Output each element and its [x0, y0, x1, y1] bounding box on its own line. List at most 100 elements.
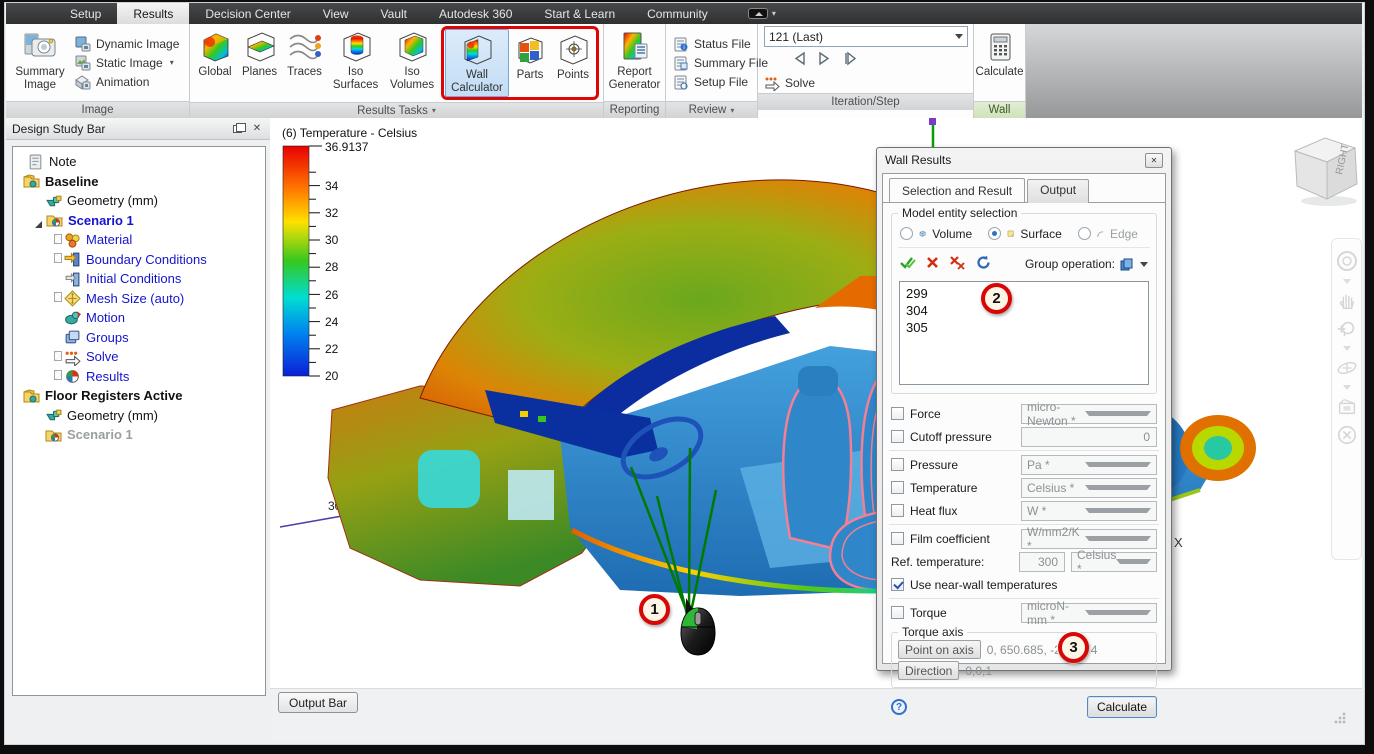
tree-item-scenario-1[interactable]: Scenario 1	[13, 211, 265, 231]
tab-autodesk-360[interactable]: Autodesk 360	[423, 3, 528, 24]
heat-flux-checkbox[interactable]	[891, 504, 904, 517]
remove-selection-button[interactable]	[926, 256, 939, 272]
ref-temperature-unit-select[interactable]: Celsius *	[1071, 548, 1157, 576]
global-button[interactable]: Global	[194, 26, 236, 100]
tree-item-groups[interactable]: Groups	[13, 328, 265, 348]
status-file-button[interactable]: i Status File	[673, 36, 768, 52]
tree-item-boundary-conditions[interactable]: Boundary Conditions	[13, 250, 265, 270]
cutoff-pressure-checkbox[interactable]	[891, 430, 904, 443]
film-coefficient-checkbox[interactable]	[891, 532, 904, 545]
group-label-image[interactable]: Image	[6, 101, 189, 118]
orbit-icon[interactable]	[1336, 357, 1358, 379]
tab-output[interactable]: Output	[1027, 179, 1090, 203]
navigation-bar[interactable]	[1331, 238, 1362, 560]
temperature-unit-select[interactable]: Celsius *	[1021, 477, 1157, 498]
tree-item-baseline[interactable]: Baseline	[13, 172, 265, 192]
list-item[interactable]: 299	[906, 285, 1142, 302]
points-button[interactable]: Points	[551, 29, 595, 97]
torque-checkbox[interactable]	[891, 606, 904, 619]
media-menu-button[interactable]: ▾	[747, 3, 776, 24]
tree-item-geometry-baseline[interactable]: Geometry (mm)	[13, 191, 265, 211]
tab-selection-and-result[interactable]: Selection and Result	[889, 178, 1026, 202]
edge-radio[interactable]	[1077, 227, 1091, 240]
summary-file-button[interactable]: Summary File	[673, 55, 768, 71]
volume-label[interactable]: Volume	[932, 227, 972, 241]
chevron-down-icon[interactable]	[1342, 385, 1351, 390]
torque-unit-select[interactable]: microN-mm *	[1021, 599, 1157, 627]
full-navigation-icon[interactable]	[1336, 424, 1358, 446]
tree-item-floor-registers-active[interactable]: Floor Registers Active	[13, 386, 265, 406]
heat-flux-unit-select[interactable]: W *	[1021, 500, 1157, 521]
help-icon[interactable]: ?	[891, 699, 907, 715]
navigation-wheel-icon[interactable]	[1335, 249, 1359, 273]
film-coefficient-unit-select[interactable]: W/mm2/K *	[1021, 525, 1157, 553]
tree-item-scenario-1-inactive[interactable]: Scenario 1	[13, 425, 265, 445]
planes-button[interactable]: Planes	[238, 26, 281, 100]
tree-item-mesh-size[interactable]: Mesh Size (auto)	[13, 289, 265, 309]
list-item[interactable]: 304	[906, 302, 1142, 319]
tree-item-material[interactable]: Material	[13, 230, 265, 250]
ref-temperature-input[interactable]: 300	[1019, 551, 1065, 572]
group-label-review[interactable]: Review ▾	[666, 101, 757, 118]
force-unit-select[interactable]: micro-Newton *	[1021, 400, 1157, 428]
report-generator-button[interactable]: Report Generator	[607, 26, 663, 99]
resize-grip[interactable]	[1334, 712, 1346, 724]
group-label-results-tasks[interactable]: Results Tasks ▾	[190, 102, 603, 118]
group-operation-icon[interactable]	[1120, 257, 1135, 272]
cutoff-pressure-input[interactable]: 0	[1021, 426, 1157, 447]
tree-item-motion[interactable]: Motion	[13, 308, 265, 328]
tab-start-and-learn[interactable]: Start & Learn	[528, 3, 631, 24]
close-dialog-button[interactable]: ✕	[1145, 152, 1163, 168]
volume-radio[interactable]	[900, 227, 913, 240]
first-iteration-button[interactable]	[766, 51, 783, 71]
tree-item-geometry-floor[interactable]: Geometry (mm)	[13, 406, 265, 426]
temperature-checkbox[interactable]	[891, 481, 904, 494]
summary-image-button[interactable]: Summary Image	[10, 26, 70, 99]
look-at-icon[interactable]	[1336, 396, 1358, 418]
view-cube[interactable]: RIGHT	[1283, 131, 1365, 211]
parts-button[interactable]: Parts	[511, 29, 549, 97]
iso-surfaces-button[interactable]: Iso Surfaces	[328, 26, 383, 100]
iteration-select[interactable]: 121 (Last)	[764, 26, 968, 47]
previous-iteration-button[interactable]	[793, 51, 807, 71]
force-checkbox[interactable]	[891, 407, 904, 420]
setup-file-button[interactable]: Setup File	[673, 74, 768, 90]
apply-selection-button[interactable]	[900, 256, 916, 272]
remove-all-selection-button[interactable]	[949, 255, 966, 273]
static-image-button[interactable]: Static Image ▾	[75, 55, 179, 71]
solve-button[interactable]: Solve	[764, 75, 968, 93]
surface-radio[interactable]	[988, 227, 1002, 240]
tree-item-initial-conditions[interactable]: Initial Conditions	[13, 269, 265, 289]
zoom-icon[interactable]	[1336, 318, 1358, 340]
surface-label[interactable]: Surface	[1020, 227, 1061, 241]
calculate-ribbon-button[interactable]: Calculate	[976, 26, 1024, 99]
tab-vault[interactable]: Vault	[365, 3, 423, 24]
refresh-selection-button[interactable]	[976, 255, 991, 273]
tab-decision-center[interactable]: Decision Center	[189, 3, 306, 24]
chevron-down-icon[interactable]	[1342, 279, 1351, 284]
iso-volumes-button[interactable]: Iso Volumes	[385, 26, 439, 100]
tab-view[interactable]: View	[307, 3, 365, 24]
output-bar-button[interactable]: Output Bar	[278, 692, 359, 713]
pan-hand-icon[interactable]	[1336, 290, 1358, 312]
float-panel-icon[interactable]	[230, 122, 246, 135]
chevron-down-icon[interactable]: ▾	[170, 58, 174, 67]
near-wall-checkbox[interactable]	[891, 578, 904, 591]
tab-community[interactable]: Community	[631, 3, 724, 24]
wall-calculator-button[interactable]: Wall Calculator	[445, 29, 509, 98]
selected-surfaces-list[interactable]: 299 304 305	[899, 281, 1149, 385]
tab-setup[interactable]: Setup	[54, 3, 117, 24]
list-item[interactable]: 305	[906, 319, 1142, 336]
calculate-button[interactable]: Calculate	[1086, 696, 1157, 718]
next-iteration-button[interactable]	[817, 51, 831, 71]
3d-viewport[interactable]: 3043.45	[270, 118, 1362, 688]
animation-button[interactable]: Animation	[75, 74, 179, 90]
wall-results-titlebar[interactable]: Wall Results ✕	[877, 148, 1171, 172]
pressure-checkbox[interactable]	[891, 458, 904, 471]
direction-button[interactable]: Direction	[898, 661, 960, 680]
tree-item-solve[interactable]: Solve	[13, 347, 265, 367]
chevron-down-icon[interactable]	[1342, 346, 1351, 351]
chevron-down-icon[interactable]	[1140, 261, 1148, 267]
pressure-unit-select[interactable]: Pa *	[1021, 454, 1157, 475]
tree-item-note[interactable]: Note	[13, 152, 265, 172]
